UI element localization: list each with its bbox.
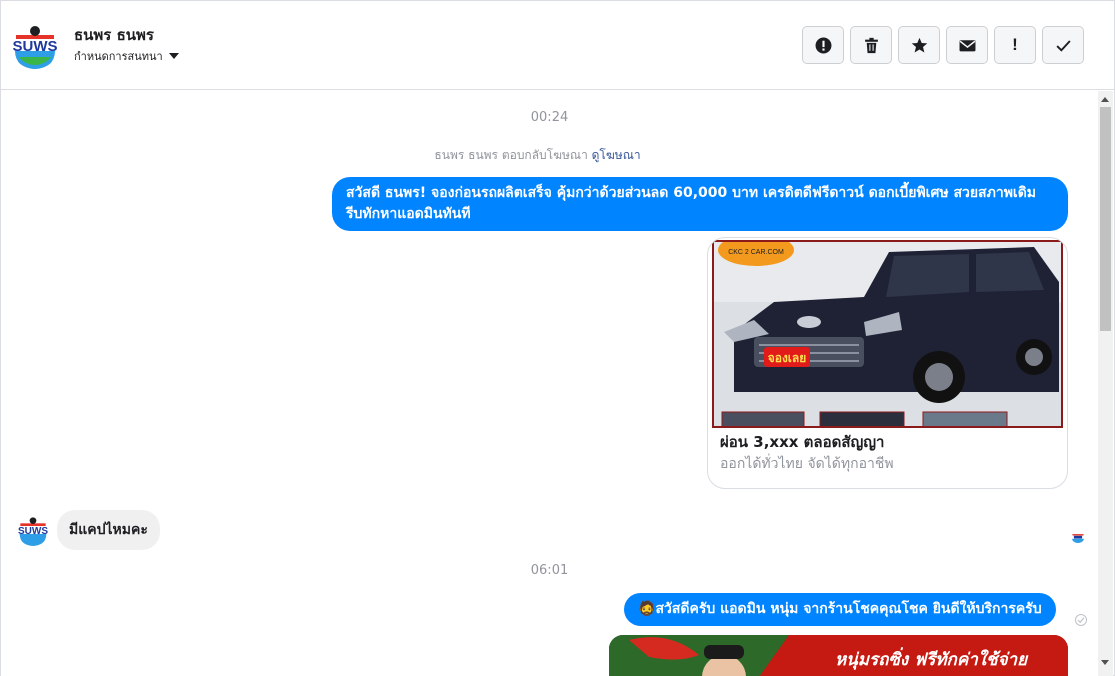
outgoing-message[interactable]: สวัสดี ธนพร! จองก่อนรถผลิตเสร็จ คุ้มกว่า…: [332, 177, 1068, 231]
contact-name[interactable]: ธนพร ธนพร: [74, 23, 154, 47]
ad-card-image[interactable]: CKC 2 CAR.COM จองเลย: [712, 240, 1063, 428]
ad-card-subtitle: ออกได้ทั่วไทย จัดได้ทุกอาชีพ: [720, 456, 894, 472]
sent-check-icon: [1075, 614, 1087, 626]
scrollbar-thumb[interactable]: [1100, 107, 1111, 331]
follow-up-label: !: [1012, 35, 1018, 54]
envelope-icon: [959, 39, 975, 51]
star-button[interactable]: [898, 26, 940, 64]
checkmark-icon: [1055, 39, 1071, 52]
spam-button[interactable]: [802, 26, 844, 64]
ad-image-badge: จองเลย: [768, 351, 807, 365]
seen-receipt-avatar: [1071, 529, 1085, 543]
ad-card[interactable]: CKC 2 CAR.COM จองเลย ผ่อน 3,xxx ตลอดสัญญ…: [707, 237, 1068, 489]
avatar-brand-text: SUWS: [18, 526, 48, 537]
scroll-up-arrow-icon[interactable]: [1101, 97, 1109, 102]
contact-avatar[interactable]: SUWS: [11, 21, 59, 69]
ad-reply-notice: ธนพร ธนพร ตอบกลับโฆษณา ดูโฆษณา: [1, 146, 1086, 165]
delete-button[interactable]: [850, 26, 892, 64]
outgoing-message[interactable]: 🧔สวัสดีครับ แอดมิน หนุ่ม จากร้านโชคคุณโช…: [624, 593, 1056, 626]
follow-up-button[interactable]: !: [994, 26, 1036, 64]
caret-down-icon: [168, 53, 179, 59]
contact-avatar-small[interactable]: SUWS: [17, 514, 49, 546]
star-icon: [911, 37, 927, 53]
message-thread[interactable]: 00:24 ธนพร ธนพร ตอบกลับโฆษณา ดูโฆษณา สวั…: [1, 91, 1098, 676]
banner-text: หนุ่มรถซิ่ง ฟรีทักค่าใช้จ่าย: [835, 647, 1029, 670]
ad-reply-text: ธนพร ธนพร ตอบกลับโฆษณา: [434, 148, 588, 162]
outgoing-message-text: สวัสดีครับ แอดมิน หนุ่ม จากร้านโชคคุณโชค…: [655, 601, 1042, 617]
timestamp: 00:24: [530, 110, 569, 125]
ad-image-caption: CKC 2 CAR.COM: [728, 249, 784, 256]
outgoing-image-banner[interactable]: หนุ่มรถซิ่ง ฟรีทักค่าใช้จ่าย: [609, 635, 1068, 676]
scroll-down-arrow-icon[interactable]: [1101, 660, 1109, 665]
done-button[interactable]: [1042, 26, 1084, 64]
avatar-brand-text: SUWS: [13, 38, 58, 55]
view-ad-link[interactable]: ดูโฆษณา: [592, 148, 641, 162]
ad-card-title: ผ่อน 3,xxx ตลอดสัญญา: [720, 433, 885, 451]
conversation-actions: !: [802, 26, 1084, 64]
emoji-beard-icon: 🧔: [638, 601, 656, 617]
mark-unread-button[interactable]: [946, 26, 988, 64]
thread-scrollbar[interactable]: [1098, 91, 1113, 676]
timestamp: 06:01: [530, 563, 569, 578]
inbox-conversation-window: SUWS ธนพร ธนพร กำหนดการสนทนา ! 00:24 ธนพ…: [0, 0, 1115, 676]
conversation-settings-dropdown[interactable]: กำหนดการสนทนา: [74, 47, 179, 65]
trash-icon: [864, 37, 878, 53]
incoming-message[interactable]: มีแคปไหมคะ: [57, 510, 160, 550]
conversation-settings-label: กำหนดการสนทนา: [74, 50, 163, 63]
conversation-header: SUWS ธนพร ธนพร กำหนดการสนทนา !: [1, 1, 1114, 90]
alert-circle-icon: [815, 37, 831, 53]
